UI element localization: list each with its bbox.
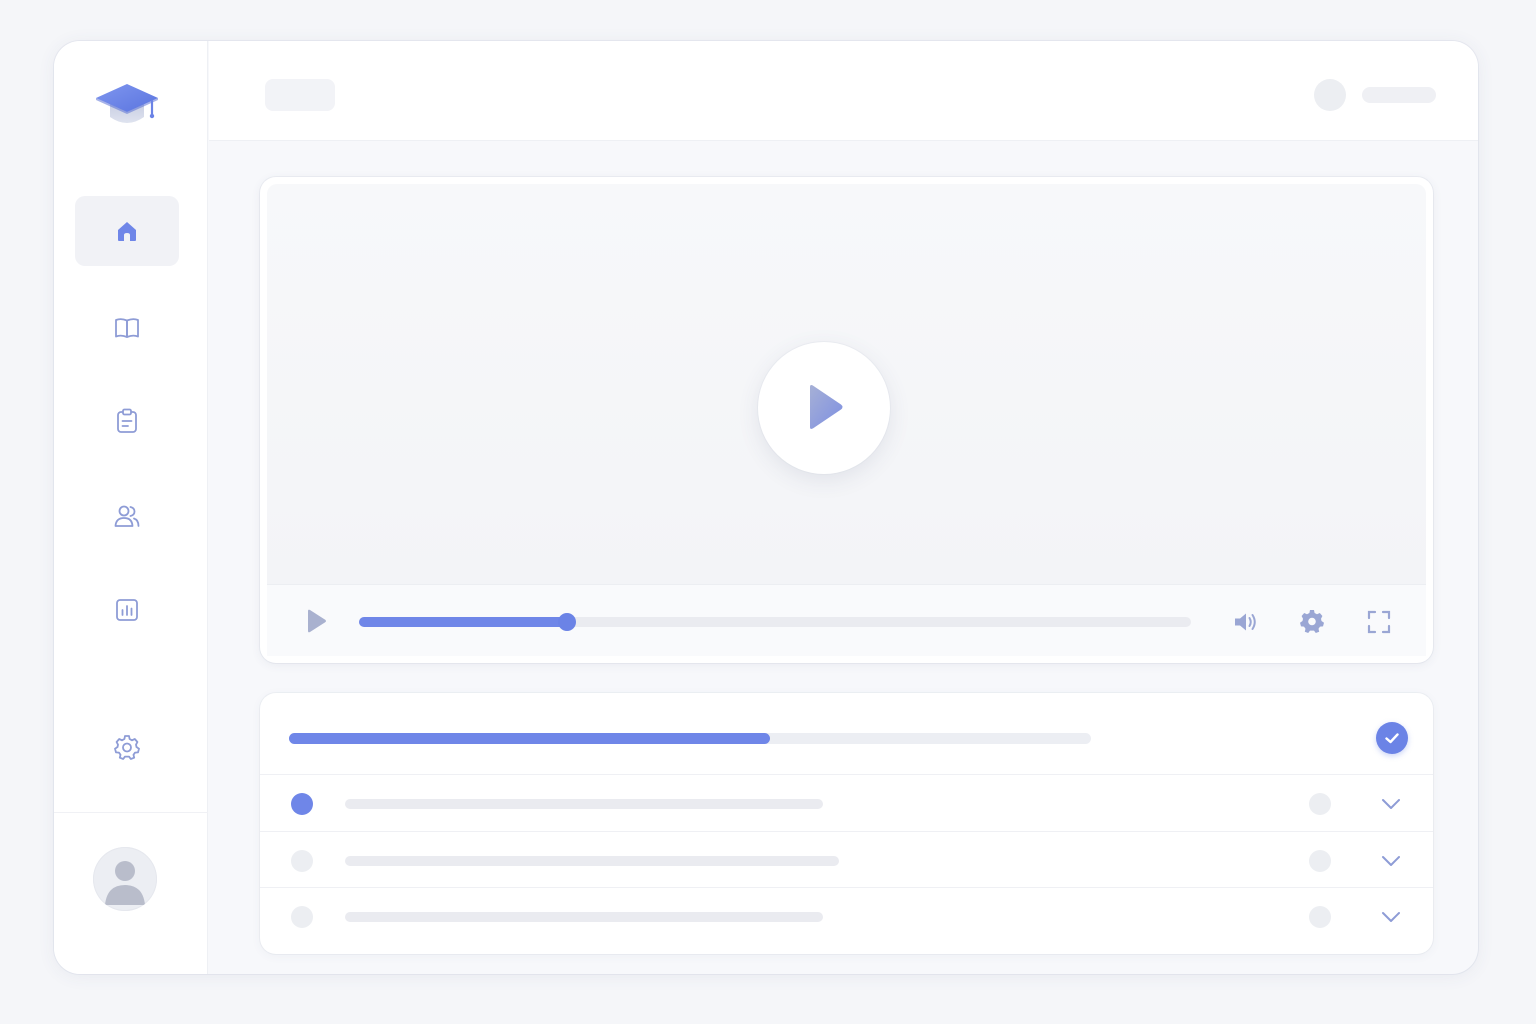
- lesson-status-indicator: [1309, 793, 1331, 815]
- graduation-cap-icon[interactable]: [94, 79, 162, 131]
- course-progress-bar: [289, 733, 1091, 744]
- nav-courses[interactable]: [75, 292, 179, 362]
- lesson-status-indicator: [1309, 850, 1331, 872]
- video-progress-thumb[interactable]: [558, 613, 576, 631]
- course-progress-fill: [289, 733, 771, 744]
- video-player: [260, 177, 1433, 663]
- clipboard-icon: [117, 408, 137, 433]
- account-avatar[interactable]: [1314, 79, 1346, 111]
- page-title-placeholder: [265, 79, 335, 111]
- user-avatar-icon[interactable]: [93, 847, 157, 911]
- top-bar: [209, 41, 1478, 141]
- lesson-row[interactable]: [260, 887, 1433, 944]
- gear-icon: [114, 735, 140, 760]
- lesson-title-placeholder: [345, 912, 823, 922]
- gear-icon[interactable]: [1297, 607, 1327, 637]
- lesson-title-placeholder: [345, 856, 839, 866]
- nav-analytics[interactable]: [75, 575, 179, 645]
- bar-chart-icon: [116, 599, 138, 621]
- chevron-down-icon[interactable]: [1378, 848, 1404, 874]
- player-controls: [267, 584, 1426, 656]
- nav-assignments[interactable]: [75, 386, 179, 456]
- sidebar-divider: [54, 812, 208, 813]
- book-icon: [115, 318, 139, 338]
- check-icon: [1385, 733, 1399, 744]
- play-icon: [810, 385, 843, 429]
- volume-icon[interactable]: [1231, 607, 1261, 637]
- video-area[interactable]: [267, 184, 1426, 584]
- nav-settings[interactable]: [75, 712, 179, 782]
- nav-home[interactable]: [75, 196, 179, 266]
- lesson-row[interactable]: [260, 774, 1433, 831]
- course-lessons: [260, 693, 1433, 954]
- lesson-row[interactable]: [260, 831, 1433, 888]
- play-button[interactable]: [758, 342, 890, 474]
- video-progress-fill: [359, 617, 567, 627]
- lesson-indicator: [291, 850, 313, 872]
- video-progress-bar[interactable]: [359, 613, 1191, 631]
- play-icon[interactable]: [301, 607, 329, 635]
- lesson-title-placeholder: [345, 799, 823, 809]
- lesson-current-indicator: [291, 793, 313, 815]
- sidebar: [54, 41, 208, 974]
- home-icon: [118, 222, 136, 241]
- account-name-placeholder[interactable]: [1362, 87, 1436, 103]
- fullscreen-icon[interactable]: [1364, 607, 1394, 637]
- lesson-status-indicator: [1309, 906, 1331, 928]
- app-window: [54, 41, 1478, 974]
- nav-community[interactable]: [75, 481, 179, 551]
- lesson-indicator: [291, 906, 313, 928]
- chevron-down-icon[interactable]: [1378, 904, 1404, 930]
- completed-badge[interactable]: [1376, 722, 1408, 754]
- users-icon: [114, 505, 140, 527]
- chevron-down-icon[interactable]: [1378, 791, 1404, 817]
